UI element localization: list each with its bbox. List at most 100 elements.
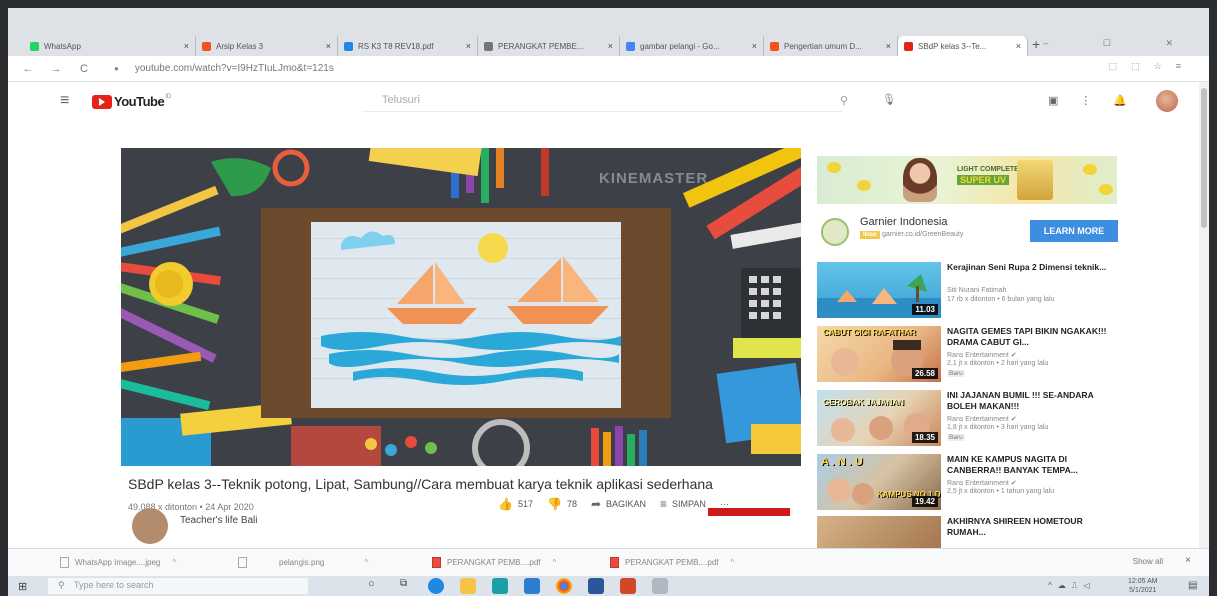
- forward-button[interactable]: →: [48, 63, 64, 75]
- notification-icon[interactable]: ▤: [1188, 580, 1197, 591]
- recommendation-item[interactable]: A . N . U KAMPUS NO 1 DI AUSTI 19.42 MAI…: [817, 454, 1137, 516]
- video-player[interactable]: KINEMASTER: [121, 148, 801, 466]
- recommendation-title[interactable]: NAGITA GEMES TAPI BIKIN NGAKAK!!! DRAMA …: [947, 326, 1107, 348]
- learn-more-button[interactable]: LEARN MORE: [1030, 220, 1118, 242]
- recommendation-title[interactable]: AKHIRNYA SHIREEN HOMETOUR RUMAH...: [947, 516, 1107, 538]
- drive-icon: [344, 41, 353, 51]
- tab-whatsapp[interactable]: WhatsApp ×: [24, 36, 196, 56]
- download-filename: PERANGKAT PEMB....pdf: [625, 558, 719, 567]
- app-icon[interactable]: [652, 578, 668, 594]
- video-thumbnail[interactable]: CABUT GIGI RAFATHAR 26.58: [817, 326, 941, 382]
- download-item[interactable]: PERANGKAT PEMB....pdf ^: [432, 557, 556, 568]
- powerpoint-icon[interactable]: [620, 578, 636, 594]
- share-button[interactable]: ➦ BAGIKAN: [591, 497, 646, 511]
- close-icon[interactable]: ×: [886, 41, 891, 51]
- close-icon[interactable]: ×: [608, 41, 613, 51]
- tab-perangkat[interactable]: PERANGKAT PEMBE... ×: [478, 36, 620, 56]
- reload-button[interactable]: C: [76, 63, 92, 75]
- thumbnail-caption: GEROBAK JAJANAN: [823, 398, 904, 407]
- tab-rs-k3-pdf[interactable]: RS K3 T8 REV18.pdf ×: [338, 36, 478, 56]
- task-view-icon[interactable]: ⧉: [400, 578, 416, 594]
- video-thumbnail[interactable]: GEROBAK JAJANAN 18.35: [817, 390, 941, 446]
- taskbar-clock[interactable]: 12:05 AM 5/1/2021: [1128, 577, 1158, 595]
- download-item[interactable]: pelangis.png ^: [238, 557, 368, 568]
- video-thumbnail[interactable]: 11.03: [817, 262, 941, 318]
- search-input[interactable]: Telusuri: [362, 90, 842, 112]
- tab-arsip-kelas[interactable]: Arsip Kelas 3 ×: [196, 36, 338, 56]
- chrome-icon[interactable]: [556, 578, 572, 594]
- ad-banner-line1: LIGHT COMPLETE: [957, 166, 1019, 173]
- recommendation-channel[interactable]: Rans Entertainment ✔: [947, 415, 1017, 423]
- mail-icon[interactable]: [524, 578, 540, 594]
- ad-url: garnier.co.id/GreenBeauty: [882, 231, 964, 238]
- ad-title[interactable]: Garnier Indonesia: [860, 216, 947, 228]
- system-tray[interactable]: ^☁⎍◁: [1048, 581, 1096, 591]
- word-icon[interactable]: [588, 578, 604, 594]
- search-icon[interactable]: ⚲: [840, 94, 848, 107]
- taskbar-search-input[interactable]: Type here to search: [48, 578, 308, 594]
- recommendation-meta: 2,5 jt x ditonton • 1 tahun yang lalu: [947, 488, 1055, 495]
- extension-icons[interactable]: ⬚⬚☆≡: [1109, 61, 1195, 72]
- download-item[interactable]: WhatsApp Image....jpeg ^: [60, 557, 176, 568]
- show-all-downloads-link[interactable]: Show all: [1133, 557, 1163, 566]
- windows-taskbar: ⊞ Type here to search ⚲ ○ ⧉ ^☁⎍◁ 12:05 A…: [8, 576, 1209, 596]
- recommendation-item[interactable]: GEROBAK JAJANAN 18.35 INI JAJANAN BUMIL …: [817, 390, 1137, 452]
- recommendation-item[interactable]: AKHIRNYA SHIREEN HOMETOUR RUMAH...: [817, 516, 1137, 548]
- store-icon[interactable]: [492, 578, 508, 594]
- garnier-logo[interactable]: [821, 218, 849, 246]
- cortana-icon[interactable]: ○: [368, 578, 384, 594]
- lemon-decoration: [827, 162, 841, 173]
- close-icon[interactable]: ×: [752, 41, 757, 51]
- download-item[interactable]: PERANGKAT PEMB....pdf ^: [610, 557, 734, 568]
- save-button[interactable]: ≡ SIMPAN: [660, 497, 706, 511]
- dislike-button[interactable]: 👎 78: [547, 497, 577, 511]
- close-icon[interactable]: ×: [1016, 41, 1021, 51]
- ad-banner[interactable]: LIGHT COMPLETE SUPER UV: [817, 156, 1117, 204]
- video-thumbnail[interactable]: [817, 516, 941, 548]
- recommendation-title[interactable]: Kerajinan Seni Rupa 2 Dimensi teknik...: [947, 262, 1107, 273]
- video-duration: 11.03: [912, 304, 938, 315]
- clock-date: 5/1/2021: [1129, 587, 1157, 594]
- recommendation-channel[interactable]: Siti Nurani Fatimah: [947, 287, 1007, 294]
- close-icon[interactable]: ×: [184, 41, 189, 51]
- header-actions[interactable]: ▣⋮🔔: [1048, 94, 1149, 107]
- recommendation-title[interactable]: MAIN KE KAMPUS NAGITA DI CANBERRA!! BANY…: [947, 454, 1107, 476]
- tab-gambar-pelangi[interactable]: gambar pelangi - Go... ×: [620, 36, 764, 56]
- chevron-up-icon[interactable]: ^: [731, 558, 735, 567]
- page-scrollbar[interactable]: [1199, 82, 1209, 548]
- download-filename: pelangis.png: [279, 558, 325, 567]
- chevron-up-icon[interactable]: ^: [553, 558, 557, 567]
- new-tab-button[interactable]: +: [1032, 36, 1040, 52]
- windows-start-icon[interactable]: ⊞: [18, 580, 27, 593]
- avatar[interactable]: [1156, 90, 1178, 112]
- window-controls[interactable]: – ☐ ✕: [1043, 38, 1199, 49]
- video-thumbnail[interactable]: A . N . U KAMPUS NO 1 DI AUSTI 19.42: [817, 454, 941, 510]
- close-icon[interactable]: ×: [466, 41, 471, 51]
- menu-icon[interactable]: ≡: [60, 92, 69, 110]
- microphone-icon[interactable]: 🎙: [882, 93, 896, 106]
- like-button[interactable]: 👍 517: [498, 497, 533, 511]
- close-icon[interactable]: ×: [1185, 555, 1191, 566]
- scrollbar-thumb[interactable]: [1201, 88, 1207, 228]
- channel-avatar[interactable]: [132, 508, 168, 544]
- tab-title: SBdP kelas 3--Te...: [918, 41, 987, 51]
- chevron-up-icon[interactable]: ^: [364, 558, 368, 567]
- tab-pengertian[interactable]: Pengertian umum D... ×: [764, 36, 898, 56]
- file-explorer-icon[interactable]: [460, 578, 476, 594]
- recommendation-title[interactable]: INI JAJANAN BUMIL !!! SE-ANDARA BOLEH MA…: [947, 390, 1107, 412]
- youtube-logo[interactable]: YouTube ID: [92, 94, 171, 109]
- lock-icon: ●: [114, 64, 119, 73]
- recommendation-item[interactable]: CABUT GIGI RAFATHAR 26.58 NAGITA GEMES T…: [817, 326, 1137, 388]
- tab-sbdp-active[interactable]: SBdP kelas 3--Te... ×: [898, 36, 1028, 56]
- subscribe-button[interactable]: [708, 508, 790, 516]
- recommendation-item[interactable]: 11.03 Kerajinan Seni Rupa 2 Dimensi tekn…: [817, 262, 1137, 324]
- url-field[interactable]: youtube.com/watch?v=I9HzTIuLJmo&t=121s: [135, 63, 334, 74]
- back-button[interactable]: ←: [20, 63, 36, 75]
- channel-name[interactable]: Teacher's life Bali: [180, 515, 258, 526]
- edge-icon[interactable]: [428, 578, 444, 594]
- playlist-add-icon: ≡: [660, 497, 668, 511]
- recommendation-channel[interactable]: Rans Entertainment ✔: [947, 479, 1017, 487]
- recommendation-channel[interactable]: Rans Entertainment ✔: [947, 351, 1017, 359]
- close-icon[interactable]: ×: [326, 41, 331, 51]
- chevron-up-icon[interactable]: ^: [172, 558, 176, 567]
